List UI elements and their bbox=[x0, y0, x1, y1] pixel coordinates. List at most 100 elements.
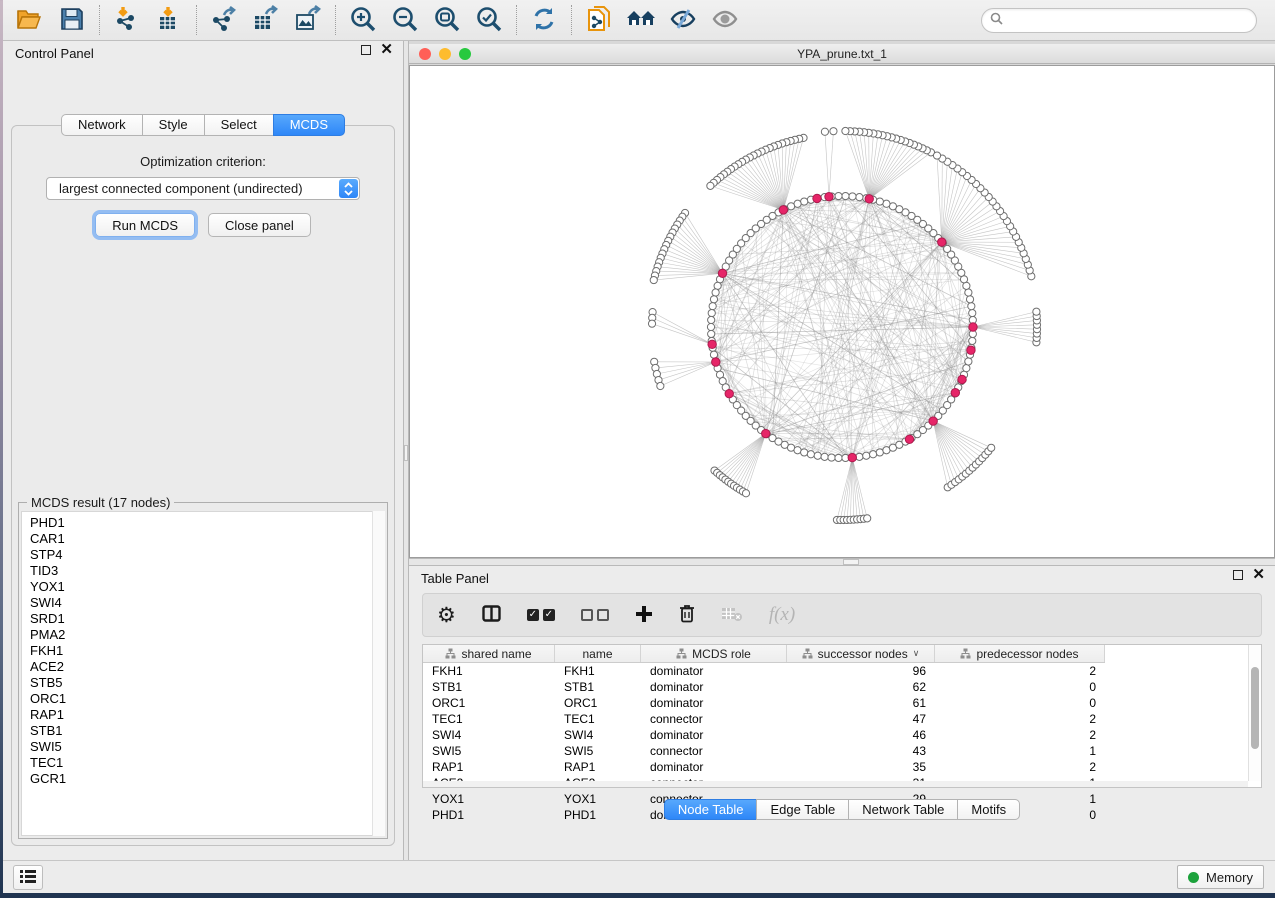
tab-motifs[interactable]: Motifs bbox=[957, 799, 1020, 820]
tab-node-table[interactable]: Node Table bbox=[664, 799, 757, 820]
cell-name[interactable]: SWI5 bbox=[555, 744, 641, 758]
zoom-out-button[interactable] bbox=[384, 2, 426, 38]
scrollbar-thumb[interactable] bbox=[1251, 667, 1259, 749]
mcds-result-item[interactable]: SWI5 bbox=[30, 739, 384, 755]
mcds-result-item[interactable]: STB1 bbox=[30, 723, 384, 739]
cell-name[interactable]: STB1 bbox=[555, 680, 641, 694]
mcds-result-item[interactable]: CAR1 bbox=[30, 531, 384, 547]
show-columns-button[interactable] bbox=[482, 605, 501, 625]
cell-name[interactable]: RAP1 bbox=[555, 760, 641, 774]
apply-function-button[interactable]: f(x) bbox=[769, 604, 795, 626]
cell-role[interactable]: dominator bbox=[641, 760, 787, 774]
task-history-button[interactable] bbox=[13, 865, 43, 890]
column-header-successor-nodes[interactable]: successor nodes ∨ bbox=[787, 645, 935, 662]
mcds-result-item[interactable]: YOX1 bbox=[30, 579, 384, 595]
tab-network[interactable]: Network bbox=[61, 114, 142, 136]
cell-role[interactable]: dominator bbox=[641, 728, 787, 742]
table-row[interactable]: SWI4SWI4dominator462 bbox=[423, 727, 1261, 743]
table-row[interactable]: SWI5SWI5connector431 bbox=[423, 743, 1261, 759]
cell-predecessors[interactable]: 2 bbox=[935, 728, 1105, 742]
network-canvas[interactable] bbox=[409, 65, 1275, 558]
mcds-result-scrollbar[interactable] bbox=[372, 511, 385, 836]
cell-role[interactable]: dominator bbox=[641, 696, 787, 710]
cell-shared-name[interactable]: SWI4 bbox=[423, 728, 555, 742]
tab-network-table[interactable]: Network Table bbox=[848, 799, 957, 820]
cell-shared-name[interactable]: TEC1 bbox=[423, 712, 555, 726]
cell-role[interactable]: dominator bbox=[641, 664, 787, 678]
delete-table-button[interactable] bbox=[721, 606, 743, 625]
mcds-result-item[interactable]: ORC1 bbox=[30, 691, 384, 707]
save-button[interactable] bbox=[51, 2, 93, 38]
export-network-button[interactable] bbox=[203, 2, 245, 38]
mcds-result-item[interactable]: SWI4 bbox=[30, 595, 384, 611]
column-header-mcds-role[interactable]: MCDS role bbox=[641, 645, 787, 662]
cell-successors[interactable]: 47 bbox=[787, 712, 935, 726]
window-minimize-icon[interactable] bbox=[439, 48, 451, 60]
cell-successors[interactable]: 43 bbox=[787, 744, 935, 758]
table-row[interactable]: ORC1ORC1dominator610 bbox=[423, 695, 1261, 711]
cell-role[interactable]: dominator bbox=[641, 680, 787, 694]
float-panel-icon[interactable] bbox=[361, 45, 371, 55]
select-all-button[interactable]: ✓ ✓ bbox=[527, 609, 555, 621]
cell-shared-name[interactable]: FKH1 bbox=[423, 664, 555, 678]
export-image-button[interactable] bbox=[287, 2, 329, 38]
cell-name[interactable]: TEC1 bbox=[555, 712, 641, 726]
network-graph[interactable] bbox=[410, 66, 1275, 557]
cell-role[interactable]: connector bbox=[641, 744, 787, 758]
table-row[interactable]: STB1STB1dominator620 bbox=[423, 679, 1261, 695]
mcds-result-item[interactable]: TID3 bbox=[30, 563, 384, 579]
mcds-result-list[interactable]: PHD1CAR1STP4TID3YOX1SWI4SRD1PMA2FKH1ACE2… bbox=[21, 511, 385, 836]
tab-mcds[interactable]: MCDS bbox=[273, 114, 345, 136]
cell-predecessors[interactable]: 0 bbox=[935, 680, 1105, 694]
eye-slash-button[interactable] bbox=[662, 2, 704, 38]
zoom-selected-button[interactable] bbox=[468, 2, 510, 38]
memory-button[interactable]: Memory bbox=[1177, 865, 1264, 889]
zoom-fit-button[interactable] bbox=[426, 2, 468, 38]
window-close-icon[interactable] bbox=[419, 48, 431, 60]
cell-successors[interactable]: 35 bbox=[787, 760, 935, 774]
cell-name[interactable]: SWI4 bbox=[555, 728, 641, 742]
cell-predecessors[interactable]: 0 bbox=[935, 696, 1105, 710]
mcds-result-item[interactable]: STP4 bbox=[30, 547, 384, 563]
cell-shared-name[interactable]: STB1 bbox=[423, 680, 555, 694]
tab-edge-table[interactable]: Edge Table bbox=[756, 799, 848, 820]
column-header-name[interactable]: name bbox=[555, 645, 641, 662]
close-panel-button[interactable]: Close panel bbox=[208, 213, 311, 237]
run-mcds-button[interactable]: Run MCDS bbox=[95, 213, 195, 237]
share-document-button[interactable] bbox=[578, 2, 620, 38]
tab-select[interactable]: Select bbox=[204, 114, 273, 136]
network-window-titlebar[interactable]: YPA_prune.txt_1 bbox=[409, 44, 1275, 64]
table-row[interactable]: FKH1FKH1dominator962 bbox=[423, 663, 1261, 679]
eye-button[interactable] bbox=[704, 2, 746, 38]
mcds-result-item[interactable]: TEC1 bbox=[30, 755, 384, 771]
deselect-all-button[interactable] bbox=[581, 609, 609, 621]
cell-shared-name[interactable]: SWI5 bbox=[423, 744, 555, 758]
horizontal-splitter-grip[interactable] bbox=[843, 559, 859, 565]
optimization-criterion-select[interactable]: largest connected component (undirected) bbox=[46, 177, 360, 200]
import-table-button[interactable] bbox=[148, 2, 190, 38]
table-vertical-scrollbar[interactable] bbox=[1248, 645, 1261, 781]
mcds-result-item[interactable]: STB5 bbox=[30, 675, 384, 691]
zoom-in-button[interactable] bbox=[342, 2, 384, 38]
cell-predecessors[interactable]: 2 bbox=[935, 760, 1105, 774]
window-maximize-icon[interactable] bbox=[459, 48, 471, 60]
cell-name[interactable]: FKH1 bbox=[555, 664, 641, 678]
vertical-splitter-grip[interactable] bbox=[404, 445, 408, 461]
open-file-button[interactable] bbox=[9, 2, 51, 38]
delete-column-button[interactable] bbox=[679, 604, 695, 626]
column-header-shared-name[interactable]: shared name bbox=[423, 645, 555, 662]
mcds-result-item[interactable]: PHD1 bbox=[30, 515, 384, 531]
float-panel-icon[interactable] bbox=[1233, 570, 1243, 580]
mcds-result-item[interactable]: RAP1 bbox=[30, 707, 384, 723]
horizontal-splitter[interactable] bbox=[409, 558, 1275, 566]
search-input[interactable] bbox=[1008, 13, 1248, 27]
cell-role[interactable]: connector bbox=[641, 712, 787, 726]
cell-successors[interactable]: 46 bbox=[787, 728, 935, 742]
cell-successors[interactable]: 61 bbox=[787, 696, 935, 710]
import-network-button[interactable] bbox=[106, 2, 148, 38]
search-field[interactable] bbox=[981, 8, 1257, 33]
column-header-predecessor-nodes[interactable]: predecessor nodes bbox=[935, 645, 1105, 662]
table-row[interactable]: RAP1RAP1dominator352 bbox=[423, 759, 1261, 775]
table-settings-button[interactable]: ⚙ bbox=[437, 605, 456, 625]
cell-name[interactable]: ORC1 bbox=[555, 696, 641, 710]
